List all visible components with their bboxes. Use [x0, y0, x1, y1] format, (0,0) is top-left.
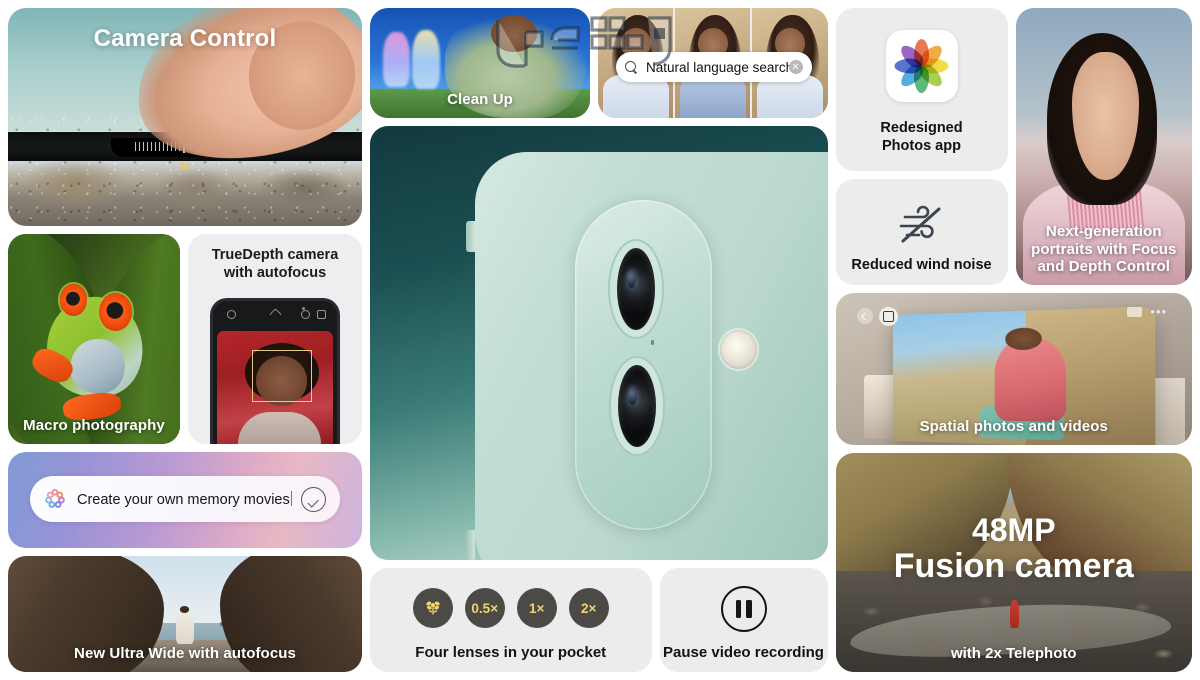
- portrait-caption-line3: and Depth Control: [1037, 258, 1171, 276]
- lens-button-2x[interactable]: 2×: [568, 588, 609, 628]
- truedepth-title-line2: with autofocus: [223, 265, 327, 282]
- macro-caption: Macro photography: [23, 417, 165, 435]
- wind-noise-off-icon: [891, 201, 953, 249]
- search-input[interactable]: Natural language search: [616, 52, 812, 82]
- macro-photography-card[interactable]: Macro photography: [8, 234, 180, 444]
- feature-grid-page: 1x Camera Control Macro photography True…: [0, 0, 1200, 680]
- lens-button-row: 0.5× 1× 2×: [370, 588, 652, 628]
- spatial-caption: Spatial photos and videos: [919, 418, 1108, 436]
- lens-button-0.5x[interactable]: 0.5×: [464, 588, 505, 628]
- camera-control-title: Camera Control: [93, 25, 277, 52]
- fusion-title-line2: Fusion camera: [893, 547, 1134, 586]
- memory-prompt-field[interactable]: Create your own memory movies: [30, 476, 340, 522]
- back-chevron-icon[interactable]: [856, 308, 873, 325]
- camera-module: [575, 199, 713, 530]
- left-column: 1x Camera Control Macro photography True…: [8, 8, 362, 672]
- camera-toolbar-icons: [213, 308, 337, 324]
- truedepth-title-line1: TrueDepth camera: [211, 247, 339, 263]
- clean-up-caption: Clean Up: [447, 91, 513, 109]
- microphone-icon: [651, 339, 654, 345]
- truedepth-card[interactable]: TrueDepth camera with autofocus: [188, 234, 362, 444]
- ultrawide-lens: [617, 364, 657, 448]
- check-circle-icon[interactable]: [301, 486, 326, 512]
- nightmode-icon: [269, 308, 283, 321]
- photos-caption-line2: Photos app: [882, 137, 961, 154]
- aspect-icon: [316, 310, 326, 319]
- iphone-camera-hero-card[interactable]: [370, 126, 828, 560]
- redesigned-photos-card[interactable]: Redesigned Photos app: [835, 8, 1008, 171]
- photos-caption-line1: Redesigned: [880, 119, 963, 136]
- fusion-title: 48MP Fusion camera: [836, 512, 1193, 586]
- photos-wind-stack: Redesigned Photos app Reduced wind noise: [835, 8, 1008, 285]
- ultrawide-caption: New Ultra Wide with autofocus: [74, 645, 296, 663]
- fusion-title-line1: 48MP: [971, 512, 1056, 549]
- cleanup-search-row: Clean Up Natural language search: [370, 8, 828, 118]
- apple-intelligence-icon: [44, 488, 66, 510]
- truedepth-phone-mockup: [210, 298, 340, 444]
- livephoto-icon: [300, 310, 310, 319]
- macro-flower-icon: [423, 598, 443, 618]
- search-value: Natural language search: [646, 60, 789, 75]
- flash-icon: [226, 310, 236, 319]
- four-lenses-caption: Four lenses in your pocket: [415, 644, 607, 661]
- spatial-left-controls[interactable]: [856, 306, 898, 326]
- camera-control-zoom-label: 1x: [179, 160, 191, 172]
- more-options-icon[interactable]: •••: [1150, 305, 1167, 318]
- reduced-wind-noise-card[interactable]: Reduced wind noise: [835, 179, 1008, 285]
- portrait-card[interactable]: Next-generation portraits with Focus and…: [1015, 8, 1193, 285]
- photos-app-caption: Redesigned Photos app: [836, 119, 1008, 155]
- iphone-body: [466, 152, 828, 560]
- memory-prompt-text: Create your own memory movies: [77, 490, 301, 508]
- photos-app-icon: [885, 30, 958, 102]
- flash-led: [719, 329, 757, 370]
- camera-control-card[interactable]: 1x Camera Control: [8, 8, 362, 226]
- natural-language-search-card[interactable]: Natural language search: [598, 8, 828, 118]
- portrait-caption: Next-generation portraits with Focus and…: [1016, 223, 1193, 276]
- spatial-right-controls[interactable]: •••: [1127, 305, 1167, 318]
- video-camera-icon[interactable]: [1127, 306, 1143, 317]
- face-detect-box: [251, 350, 313, 403]
- portrait-caption-line2: portraits with Focus: [1031, 240, 1177, 258]
- truedepth-viewfinder: [217, 331, 333, 444]
- clear-circle-icon[interactable]: [788, 60, 803, 74]
- pause-circle-icon[interactable]: [720, 586, 767, 632]
- spatial-photos-card[interactable]: ••• Spatial photos and videos: [835, 293, 1192, 445]
- right-top-row: Redesigned Photos app Reduced wind noise: [835, 8, 1193, 285]
- pause-video-caption: Pause video recording: [663, 644, 824, 661]
- wind-noise-caption: Reduced wind noise: [851, 257, 992, 273]
- clean-up-card[interactable]: Clean Up: [370, 8, 590, 118]
- spatial-badge-icon[interactable]: [878, 306, 898, 326]
- search-icon: [625, 60, 638, 74]
- memory-movies-card[interactable]: Create your own memory movies: [8, 452, 362, 548]
- fusion-camera-card[interactable]: 48MP Fusion camera with 2x Telephoto: [835, 453, 1193, 672]
- pause-video-card[interactable]: Pause video recording: [659, 568, 828, 672]
- macro-photo: [8, 234, 180, 444]
- ultrawide-card[interactable]: New Ultra Wide with autofocus: [8, 556, 362, 672]
- portrait-caption-line1: Next-generation: [1045, 222, 1162, 240]
- macro-truedepth-row: Macro photography TrueDepth camera with …: [8, 234, 362, 444]
- lens-button-1x[interactable]: 1×: [516, 588, 557, 628]
- right-column: Redesigned Photos app Reduced wind noise: [835, 8, 1193, 672]
- middle-column: Clean Up Natural language search 0.5× 1×…: [370, 8, 828, 672]
- truedepth-title: TrueDepth camera with autofocus: [188, 246, 362, 282]
- lens-button-macro[interactable]: [412, 588, 453, 628]
- wide-lens: [617, 247, 656, 331]
- four-lenses-card[interactable]: 0.5× 1× 2× Four lenses in your pocket: [370, 568, 652, 672]
- lenses-pause-row: 0.5× 1× 2× Four lenses in your pocket Pa…: [370, 568, 828, 672]
- fusion-subtitle: with 2x Telephoto: [950, 645, 1077, 662]
